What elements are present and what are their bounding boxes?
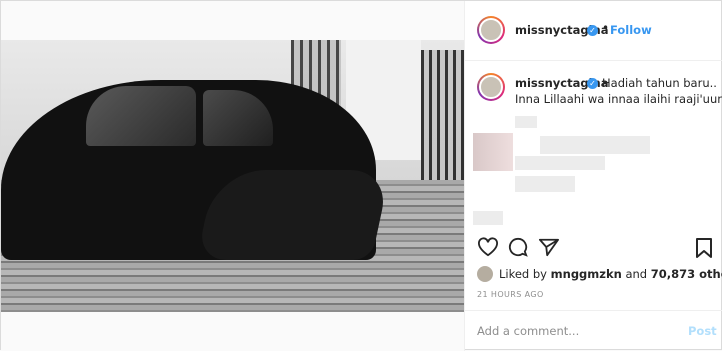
blurred-comments <box>473 133 513 171</box>
post-header: missnyctagina ✓ • Follow <box>465 1 722 61</box>
blurred-comments <box>515 176 575 192</box>
comment-icon[interactable] <box>507 237 529 257</box>
blurred-comments <box>515 116 537 128</box>
add-comment-bar: Add a comment... Post <box>465 310 722 351</box>
heart-icon[interactable] <box>477 237 499 257</box>
separator-dot: • <box>602 21 610 35</box>
post-comment-button[interactable]: Post <box>688 324 717 338</box>
post-sidebar: missnyctagina ✓ • Follow missnyctagina ✓… <box>464 1 722 351</box>
caption-text-line2: Inna Lillaahi wa innaa ilaihi raaji'uun.… <box>515 92 722 106</box>
post-photo[interactable] <box>1 40 464 312</box>
action-bar <box>465 233 722 263</box>
instagram-post: missnyctagina ✓ • Follow missnyctagina ✓… <box>0 0 722 351</box>
likes-count[interactable]: 70,873 others <box>651 267 722 281</box>
blurred-comments <box>515 156 605 170</box>
liker-avatar[interactable] <box>477 266 493 282</box>
caption-text-line1: Hadiah tahun baru.. <box>602 76 717 90</box>
post-media <box>1 1 464 351</box>
verified-badge-icon: ✓ <box>587 25 598 36</box>
liked-and: and <box>625 267 648 281</box>
blurred-comments <box>473 211 503 225</box>
share-icon[interactable] <box>538 237 560 257</box>
comment-input[interactable]: Add a comment... <box>477 324 579 338</box>
caption-comment: missnyctagina ✓ Hadiah tahun baru.. Inna… <box>465 61 722 231</box>
liked-by-prefix: Liked by <box>499 267 547 281</box>
caption-avatar[interactable] <box>477 73 505 101</box>
post-timestamp[interactable]: 21 HOURS AGO <box>477 290 544 299</box>
blurred-comments <box>540 136 650 154</box>
author-avatar[interactable] <box>477 16 505 44</box>
follow-button[interactable]: Follow <box>610 23 652 37</box>
liked-by-user[interactable]: mnggmzkn <box>551 267 622 281</box>
verified-badge-icon: ✓ <box>587 78 598 89</box>
bookmark-icon[interactable] <box>695 237 713 259</box>
